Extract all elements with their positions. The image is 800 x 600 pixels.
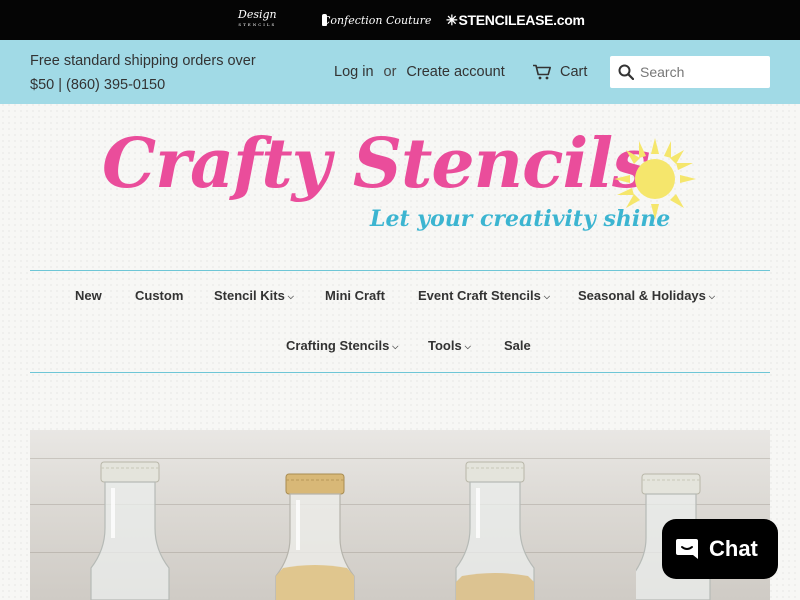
nav-item-sale[interactable]: Sale [504,336,531,356]
hero-banner-image[interactable] [30,430,770,600]
sister-site-confection-couture[interactable]: Confection Couture [322,0,431,40]
glass-bottle [455,461,535,600]
chat-button[interactable]: Chat [662,519,778,579]
chevron-down-icon: ⌵ [392,342,399,351]
nav-item-stencil-kits[interactable]: Stencil Kits ⌵ [214,286,294,306]
cart-icon [533,64,551,80]
nav-item-event-craft-stencils[interactable]: Event Craft Stencils ⌵ [418,286,550,306]
shipping-announcement: Free standard shipping orders over $50 |… [30,53,256,93]
bottle-icon [322,14,327,26]
chevron-down-icon: ⌵ [708,292,715,301]
or-separator: or [383,64,397,80]
site-logo[interactable]: Crafty Stencils Let your creativity shin… [100,124,700,242]
search-box[interactable] [610,56,770,88]
main-navigation: New Custom Stencil Kits ⌵ Mini Craft Even… [30,270,770,373]
nav-item-mini-craft[interactable]: Mini Craft [325,286,385,306]
nav-item-tools[interactable]: Tools ⌵ [428,336,471,356]
cart-link[interactable]: Cart [532,61,587,83]
glass-bottle [90,461,170,600]
starburst-icon: ✳ [446,11,458,28]
create-account-link[interactable]: Create account [406,64,504,80]
sister-site-stencilease[interactable]: ✳ STENCILEASE.com [446,0,585,40]
login-link[interactable]: Log in [334,64,374,80]
chevron-down-icon: ⌵ [464,342,471,351]
nav-item-custom[interactable]: Custom [135,286,183,306]
account-links: Log in or Create account [334,61,505,83]
nav-item-new[interactable]: New [75,286,102,306]
chat-bubble-icon [676,539,698,559]
search-icon[interactable] [618,64,634,80]
nav-item-crafting-stencils[interactable]: Crafting Stencils ⌵ [286,336,398,356]
chevron-down-icon: ⌵ [543,292,550,301]
sister-sites-bar: Design STENCILS Confection Couture ✳ STE… [0,0,800,40]
search-input[interactable] [640,64,760,80]
utility-bar: Free standard shipping orders over $50 |… [0,40,800,104]
sister-site-design-stencils[interactable]: Design STENCILS [238,0,277,40]
glass-bottle [275,473,355,600]
logo-wordmark: Crafty Stencils [102,124,650,204]
nav-item-seasonal-holidays[interactable]: Seasonal & Holidays ⌵ [578,286,715,306]
chevron-down-icon: ⌵ [287,292,294,301]
sun-icon [614,138,696,220]
